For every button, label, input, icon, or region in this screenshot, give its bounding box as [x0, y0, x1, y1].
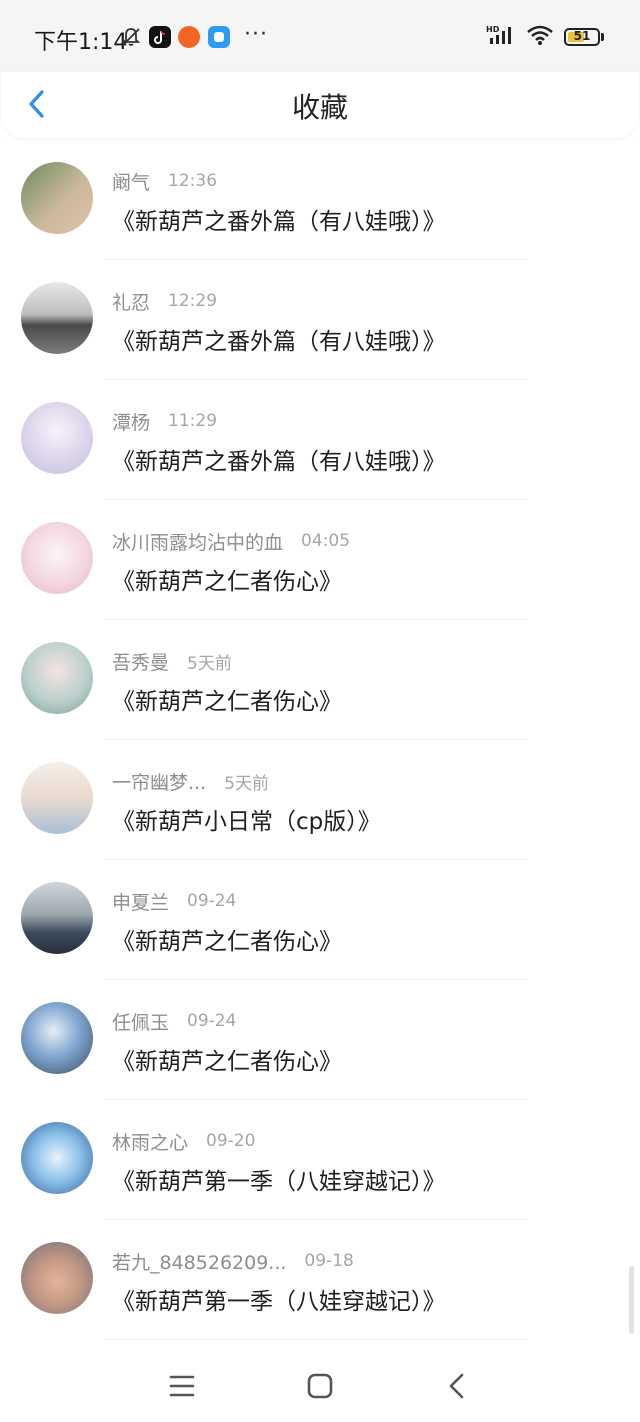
divider: [104, 1339, 528, 1340]
work-title[interactable]: 《新葫芦之番外篇（有八娃哦）》: [112, 202, 446, 236]
work-title[interactable]: 《新葫芦之仁者伤心》: [112, 922, 342, 956]
system-nav-bar: [0, 1350, 640, 1422]
more-dots-icon: ···: [244, 22, 268, 47]
timestamp: 5天前: [224, 773, 269, 794]
battery-icon: 51: [564, 28, 600, 46]
user-name[interactable]: 一帘幽梦...: [112, 768, 206, 795]
work-title[interactable]: 《新葫芦之番外篇（有八娃哦）》: [112, 322, 446, 356]
work-title[interactable]: 《新葫芦之仁者伤心》: [112, 1042, 342, 1076]
work-title[interactable]: 《新葫芦第一季（八娃穿越记）》: [112, 1282, 446, 1316]
back-triangle-icon: [449, 1373, 464, 1399]
list-item[interactable]: 任佩玉 09-24 《新葫芦之仁者伤心》: [0, 980, 640, 1100]
work-title[interactable]: 《新葫芦之仁者伤心》: [112, 682, 342, 716]
avatar[interactable]: [21, 882, 93, 954]
timestamp: 04:05: [301, 531, 351, 551]
hd-signal-icon: HD: [486, 24, 516, 50]
work-title[interactable]: 《新葫芦之番外篇（有八娃哦）》: [112, 442, 446, 476]
blue-app-icon: [208, 26, 230, 48]
page-title: 收藏: [291, 91, 348, 124]
work-title[interactable]: 《新葫芦之仁者伤心》: [112, 562, 342, 596]
list-item[interactable]: 一帘幽梦... 5天前 《新葫芦小日常（cp版）》: [0, 740, 640, 860]
avatar[interactable]: [21, 402, 93, 474]
wifi-icon: [526, 24, 554, 50]
avatar[interactable]: [21, 762, 93, 834]
timestamp: 09-24: [187, 891, 237, 911]
user-name[interactable]: 礼忍: [112, 288, 150, 315]
user-name[interactable]: 任佩玉: [112, 1008, 169, 1035]
user-name[interactable]: 若九_848526209...: [112, 1248, 286, 1275]
battery-level: 51: [573, 29, 591, 43]
work-title[interactable]: 《新葫芦第一季（八娃穿越记）》: [112, 1162, 446, 1196]
avatar[interactable]: [21, 1242, 93, 1314]
timestamp: 09-24: [187, 1011, 237, 1031]
home-square-icon: [307, 1373, 333, 1399]
scrollbar[interactable]: [629, 1266, 634, 1334]
favorites-list: 阚气 12:36 《新葫芦之番外篇（有八娃哦）》 礼忍 12:29 《新葫芦之番外篇…: [0, 140, 640, 1340]
list-item[interactable]: 礼忍 12:29 《新葫芦之番外篇（有八娃哦）》: [0, 260, 640, 380]
timestamp: 12:36: [168, 171, 218, 191]
tiktok-app-icon: [149, 26, 171, 48]
user-name[interactable]: 潭杨: [112, 408, 150, 435]
timestamp: 09-18: [304, 1251, 354, 1271]
list-item[interactable]: 阚气 12:36 《新葫芦之番外篇（有八娃哦）》: [0, 140, 640, 260]
user-name[interactable]: 吾秀曼: [112, 648, 169, 675]
user-name[interactable]: 冰川雨露均沾中的血: [112, 528, 283, 555]
user-name[interactable]: 申夏兰: [112, 888, 169, 915]
timestamp: 11:29: [168, 411, 218, 431]
page-header: 收藏: [2, 72, 638, 138]
user-name[interactable]: 阚气: [112, 168, 150, 195]
avatar[interactable]: [21, 1002, 93, 1074]
avatar[interactable]: [21, 642, 93, 714]
battery-tip: [601, 33, 604, 41]
avatar[interactable]: [21, 522, 93, 594]
svg-text:HD: HD: [486, 25, 500, 34]
avatar[interactable]: [21, 282, 93, 354]
home-button[interactable]: [300, 1366, 340, 1406]
status-bar: 下午1:14 ··· HD 51: [0, 0, 640, 74]
list-item[interactable]: 吾秀曼 5天前 《新葫芦之仁者伤心》: [0, 620, 640, 740]
list-item[interactable]: 若九_848526209... 09-18 《新葫芦第一季（八娃穿越记）》: [0, 1220, 640, 1340]
avatar[interactable]: [21, 1122, 93, 1194]
work-title[interactable]: 《新葫芦小日常（cp版）》: [112, 802, 381, 836]
mute-bell-icon: [120, 26, 142, 48]
list-item[interactable]: 冰川雨露均沾中的血 04:05 《新葫芦之仁者伤心》: [0, 500, 640, 620]
timestamp: 5天前: [187, 653, 232, 674]
pumpkin-app-icon: [178, 26, 200, 48]
list-item[interactable]: 潭杨 11:29 《新葫芦之番外篇（有八娃哦）》: [0, 380, 640, 500]
menu-icon: [169, 1375, 195, 1397]
timestamp: 09-20: [206, 1131, 256, 1151]
avatar[interactable]: [21, 162, 93, 234]
list-item[interactable]: 林雨之心 09-20 《新葫芦第一季（八娃穿越记）》: [0, 1100, 640, 1220]
menu-button[interactable]: [162, 1366, 202, 1406]
nav-back-button[interactable]: [438, 1366, 478, 1406]
timestamp: 12:29: [168, 291, 218, 311]
user-name[interactable]: 林雨之心: [112, 1128, 188, 1155]
list-item[interactable]: 申夏兰 09-24 《新葫芦之仁者伤心》: [0, 860, 640, 980]
status-time: 下午1:14: [34, 30, 128, 55]
